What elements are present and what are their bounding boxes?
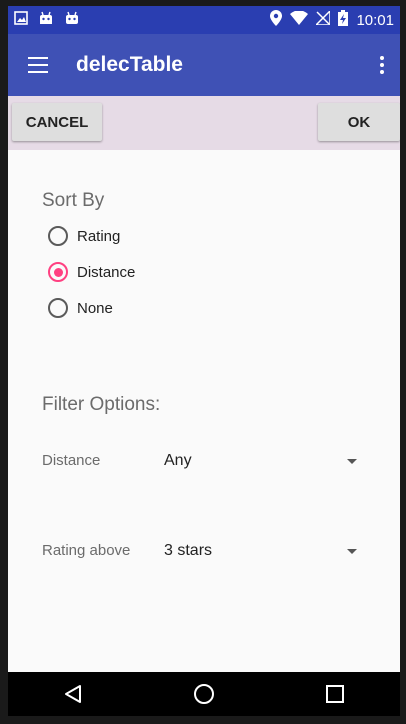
radio-button[interactable]	[48, 298, 68, 318]
settings-content: Sort By Rating Distance None Filter Opti…	[8, 150, 400, 672]
back-icon[interactable]	[53, 679, 93, 709]
distance-dropdown-arrow-icon[interactable]	[347, 459, 357, 464]
status-time: 10:01	[356, 11, 394, 29]
sort-option-none[interactable]: None	[48, 296, 113, 320]
distance-filter-label: Distance	[42, 452, 101, 469]
action-bar: CANCEL OK	[8, 96, 400, 150]
app-bar: delecTable	[8, 34, 400, 96]
radio-label: Rating	[77, 227, 121, 245]
recents-icon[interactable]	[315, 679, 355, 709]
image-icon	[14, 10, 28, 30]
cancel-button[interactable]: CANCEL	[12, 103, 102, 141]
status-right-icons: 10:01	[270, 9, 400, 30]
radio-label: Distance	[77, 263, 136, 281]
navigation-bar	[8, 672, 400, 716]
ok-button[interactable]: OK	[318, 103, 400, 141]
radio-button-checked[interactable]	[48, 262, 68, 282]
distance-dropdown[interactable]: Any	[164, 452, 192, 470]
sort-option-distance[interactable]: Distance	[48, 260, 135, 284]
location-icon	[270, 10, 283, 30]
no-signal-icon	[314, 9, 332, 29]
status-left-icons	[8, 10, 80, 30]
rating-filter-label: Rating above	[42, 542, 131, 559]
rating-dropdown[interactable]: 3 stars	[164, 542, 212, 560]
android-icon	[38, 11, 54, 30]
sort-option-rating[interactable]: Rating	[48, 224, 120, 248]
hamburger-menu-icon[interactable]	[28, 57, 48, 73]
filter-options-title: Filter Options:	[42, 394, 161, 415]
phone-screen: 10:01 delecTable CANCEL OK Sort By Ratin…	[8, 6, 400, 716]
android-icon	[64, 11, 80, 30]
status-bar: 10:01	[8, 6, 400, 34]
rating-dropdown-arrow-icon[interactable]	[347, 549, 357, 554]
sort-by-title: Sort By	[42, 190, 105, 211]
battery-charging-icon	[338, 10, 349, 30]
more-options-icon[interactable]	[370, 53, 394, 77]
radio-button[interactable]	[48, 226, 68, 246]
app-title: delecTable	[76, 53, 183, 76]
wifi-icon	[290, 10, 309, 29]
radio-label: None	[77, 299, 113, 317]
home-icon[interactable]	[184, 679, 224, 709]
